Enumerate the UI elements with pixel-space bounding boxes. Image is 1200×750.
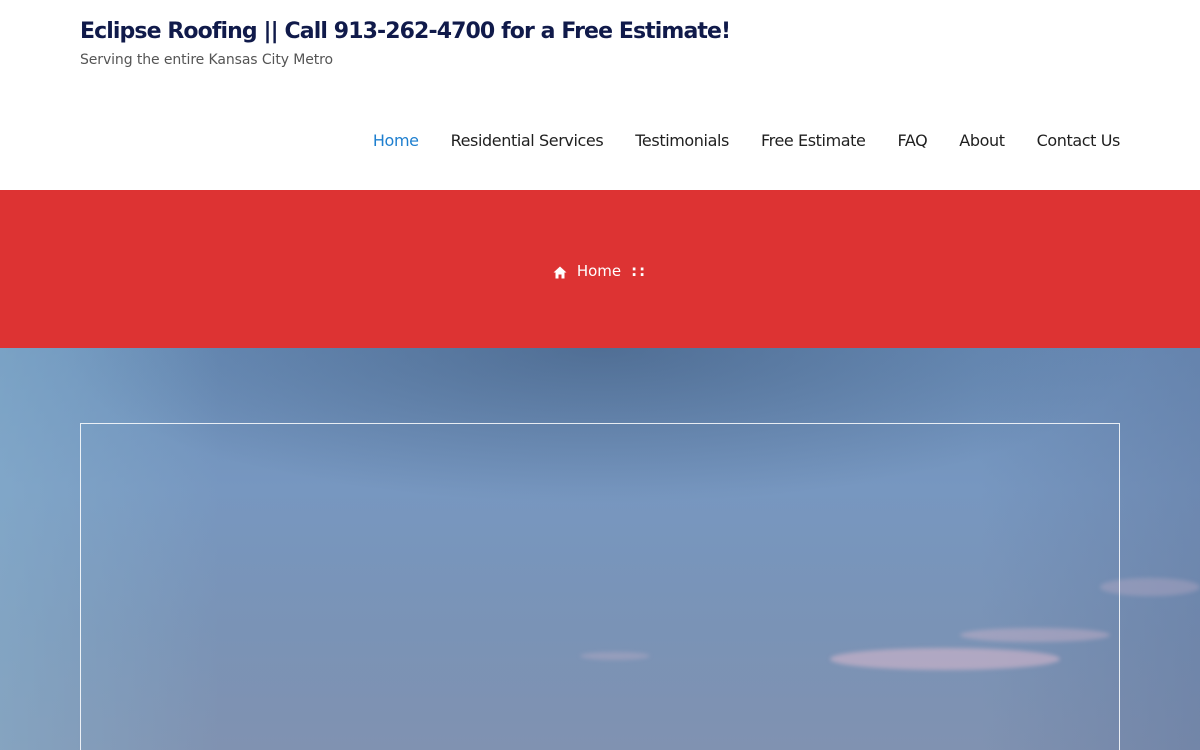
nav-item-testimonials[interactable]: Testimonials (635, 131, 729, 150)
breadcrumb-home-link[interactable]: Home (577, 262, 621, 280)
site-tagline: Serving the entire Kansas City Metro (80, 52, 333, 68)
home-icon[interactable] (553, 265, 567, 278)
hero-image (0, 348, 1200, 750)
nav-item-contact-us[interactable]: Contact Us (1037, 131, 1121, 150)
breadcrumb: Home :: (0, 262, 1200, 280)
nav-item-faq[interactable]: FAQ (898, 131, 928, 150)
content-frame (80, 423, 1120, 750)
nav-item-residential-services[interactable]: Residential Services (451, 131, 604, 150)
site-title[interactable]: Eclipse Roofing || Call 913-262-4700 for… (80, 19, 731, 44)
main-nav: Home Residential Services Testimonials F… (373, 131, 1120, 150)
nav-item-home[interactable]: Home (373, 131, 419, 150)
site-header: Eclipse Roofing || Call 913-262-4700 for… (0, 0, 1200, 190)
breadcrumb-separator: :: (631, 262, 648, 280)
nav-item-about[interactable]: About (959, 131, 1005, 150)
nav-item-free-estimate[interactable]: Free Estimate (761, 131, 866, 150)
page-banner: Home :: (0, 190, 1200, 348)
